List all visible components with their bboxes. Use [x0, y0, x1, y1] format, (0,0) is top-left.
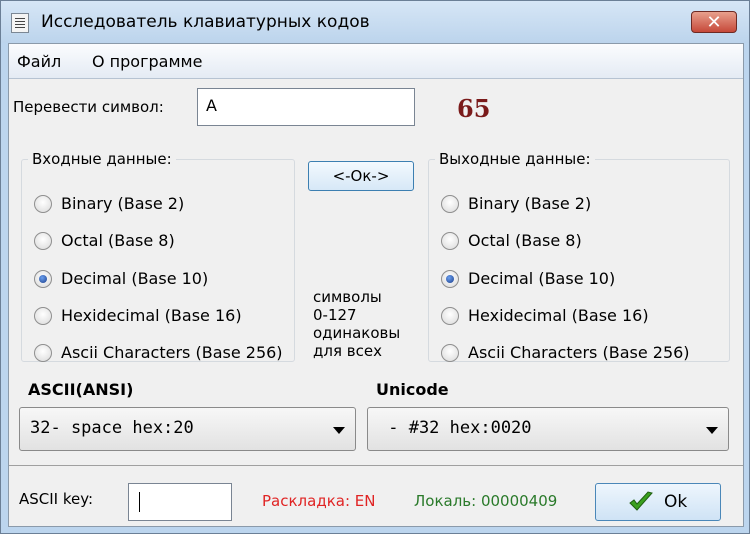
ascii-label: ASCII(ANSI) — [28, 380, 134, 399]
window-title: Исследователь клавиатурных кодов — [41, 12, 370, 32]
checkmark-icon — [629, 491, 653, 511]
text-caret — [139, 492, 140, 512]
radio-circle[interactable] — [441, 195, 459, 213]
radio-circle[interactable] — [441, 344, 459, 362]
menu-file[interactable]: Файл — [17, 52, 61, 71]
radio-label: Octal (Base 8) — [468, 231, 582, 250]
ascii-key-label: ASCII key: — [19, 490, 94, 508]
ascii-key-input[interactable] — [128, 483, 232, 521]
radio-circle[interactable] — [34, 195, 52, 213]
note-line: символы — [313, 288, 382, 306]
char-input[interactable]: A — [197, 88, 415, 126]
ok-button[interactable]: Ok — [595, 483, 721, 521]
input-data-group: Входные данные: Binary (Base 2) Octal (B… — [21, 150, 295, 362]
char-code-value: 65 — [457, 94, 491, 123]
unicode-select[interactable]: - #32 hex:0020 — [367, 407, 729, 451]
note-text: символы 0-127 одинаковы для всех — [313, 288, 400, 360]
menu-about[interactable]: О программе — [92, 52, 202, 71]
radio-circle-selected[interactable] — [441, 270, 459, 288]
ascii-select-value: 32- space hex:20 — [30, 418, 194, 438]
radio-label: Hexidecimal (Base 16) — [61, 306, 242, 325]
output-data-group: Выходные данные: Binary (Base 2) Octal (… — [428, 150, 730, 362]
radio-label: Hexidecimal (Base 16) — [468, 306, 649, 325]
radio-label: Ascii Characters (Base 256) — [61, 343, 283, 362]
chevron-down-icon[interactable] — [706, 427, 718, 434]
radio-label: Decimal (Base 10) — [61, 269, 209, 288]
close-icon: ✕ — [706, 12, 722, 33]
radio-label: Ascii Characters (Base 256) — [468, 343, 690, 362]
menu-bar: Файл О программе — [9, 44, 743, 79]
convert-button[interactable]: <-Ок-> — [308, 161, 414, 191]
radio-label: Binary (Base 2) — [61, 194, 185, 213]
radio-circle[interactable] — [441, 232, 459, 250]
translate-label: Перевести символ: — [13, 98, 164, 116]
unicode-label: Unicode — [376, 380, 449, 399]
radio-label: Octal (Base 8) — [61, 231, 175, 250]
radio-circle[interactable] — [441, 307, 459, 325]
app-document-icon — [11, 13, 29, 33]
output-group-legend: Выходные данные: — [439, 150, 591, 168]
locale-status: Локаль: 00000409 — [414, 492, 558, 510]
note-line: 0-127 — [313, 306, 357, 324]
close-button[interactable]: ✕ — [691, 11, 737, 33]
divider — [9, 465, 743, 466]
client-area: Файл О программе Перевести символ: A 65 … — [8, 43, 744, 527]
ok-button-label: Ok — [664, 492, 688, 512]
note-line: для всех — [313, 342, 382, 360]
unicode-select-value: - #32 hex:0020 — [378, 418, 532, 438]
chevron-down-icon[interactable] — [333, 427, 345, 434]
ascii-select[interactable]: 32- space hex:20 — [19, 407, 356, 451]
radio-circle[interactable] — [34, 307, 52, 325]
keyboard-layout-status: Раскладка: EN — [262, 492, 376, 510]
radio-label: Binary (Base 2) — [468, 194, 592, 213]
note-line: одинаковы — [313, 324, 401, 342]
radio-circle[interactable] — [34, 232, 52, 250]
input-group-legend: Входные данные: — [32, 150, 172, 168]
radio-circle-selected[interactable] — [34, 270, 52, 288]
title-bar[interactable]: Исследователь клавиатурных кодов ✕ — [1, 1, 749, 43]
app-window: Исследователь клавиатурных кодов ✕ Файл … — [0, 0, 750, 534]
radio-circle[interactable] — [34, 344, 52, 362]
radio-label: Decimal (Base 10) — [468, 269, 616, 288]
